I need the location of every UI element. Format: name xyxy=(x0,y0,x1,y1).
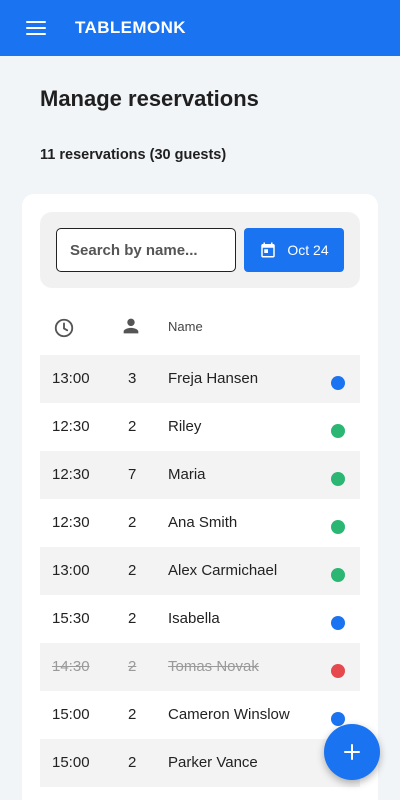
status-dot xyxy=(331,712,345,726)
status-dot xyxy=(331,376,345,390)
top-app-bar: TABLEMONK xyxy=(0,0,400,56)
status-dot xyxy=(331,520,345,534)
guest-count: 2 xyxy=(128,514,137,531)
menu-icon xyxy=(26,21,46,35)
guest-name: Isabella xyxy=(168,610,220,627)
plus-icon xyxy=(344,744,360,760)
guest-count: 2 xyxy=(128,658,137,675)
guest-count: 2 xyxy=(128,706,137,723)
guest-name: Freja Hansen xyxy=(168,370,259,387)
menu-button[interactable] xyxy=(0,0,72,56)
add-reservation-button[interactable] xyxy=(324,724,380,780)
calendar-icon xyxy=(261,242,276,258)
name-column-header: Name xyxy=(168,319,203,334)
table-row[interactable]: 15:00 2 Cameron Winslow xyxy=(40,691,360,739)
reservations-card: Oct 24 Name 13:00 3 Freja Hansen 12:30 2… xyxy=(22,194,378,800)
status-dot xyxy=(331,472,345,486)
date-label: Oct 24 xyxy=(287,242,329,258)
guest-count: 2 xyxy=(128,562,137,579)
status-dot xyxy=(331,424,345,438)
reservation-time: 15:00 xyxy=(52,754,90,771)
guest-name: Riley xyxy=(168,418,202,435)
status-dot xyxy=(331,616,345,630)
reservation-time: 15:30 xyxy=(52,610,90,627)
table-row[interactable]: 12:30 7 Maria xyxy=(40,451,360,499)
guest-count: 3 xyxy=(128,370,137,387)
reservation-summary: 11 reservations (30 guests) xyxy=(40,147,227,163)
date-picker-button[interactable]: Oct 24 xyxy=(244,228,344,272)
guest-name: Ana Smith xyxy=(168,514,238,531)
table-header: Name xyxy=(40,308,360,348)
reservation-list: 13:00 3 Freja Hansen 12:30 2 Riley 12:30… xyxy=(40,355,360,787)
guest-count: 2 xyxy=(128,610,137,627)
reservation-time: 13:00 xyxy=(52,562,90,579)
guest-name: Cameron Winslow xyxy=(168,706,290,723)
table-row[interactable]: 15:00 2 Parker Vance xyxy=(40,739,360,787)
search-input[interactable] xyxy=(56,228,236,272)
guest-name: Tomas Novak xyxy=(168,658,259,675)
reservation-time: 14:30 xyxy=(52,658,90,675)
table-row[interactable]: 12:30 2 Riley xyxy=(40,403,360,451)
status-dot xyxy=(331,568,345,582)
table-row[interactable]: 13:00 3 Freja Hansen xyxy=(40,355,360,403)
guest-name: Maria xyxy=(168,466,206,483)
app-name: TABLEMONK xyxy=(75,18,186,37)
table-row[interactable]: 13:00 2 Alex Carmichael xyxy=(40,547,360,595)
table-row[interactable]: 15:30 2 Isabella xyxy=(40,595,360,643)
guest-count: 7 xyxy=(128,466,137,483)
table-row[interactable]: 14:30 2 Tomas Novak xyxy=(40,643,360,691)
page-title: Manage reservations xyxy=(40,86,259,111)
clock-icon xyxy=(54,318,74,338)
reservation-time: 12:30 xyxy=(52,514,90,531)
guest-count: 2 xyxy=(128,418,137,435)
reservation-time: 15:00 xyxy=(52,706,90,723)
table-row[interactable]: 12:30 2 Ana Smith xyxy=(40,499,360,547)
guest-name: Alex Carmichael xyxy=(168,562,278,579)
reservation-time: 13:00 xyxy=(52,370,90,387)
filter-bar: Oct 24 xyxy=(40,212,360,288)
status-dot xyxy=(331,664,345,678)
guest-name: Parker Vance xyxy=(168,754,258,771)
reservation-time: 12:30 xyxy=(52,418,90,435)
person-icon xyxy=(123,318,139,334)
reservation-time: 12:30 xyxy=(52,466,90,483)
guest-count: 2 xyxy=(128,754,137,771)
